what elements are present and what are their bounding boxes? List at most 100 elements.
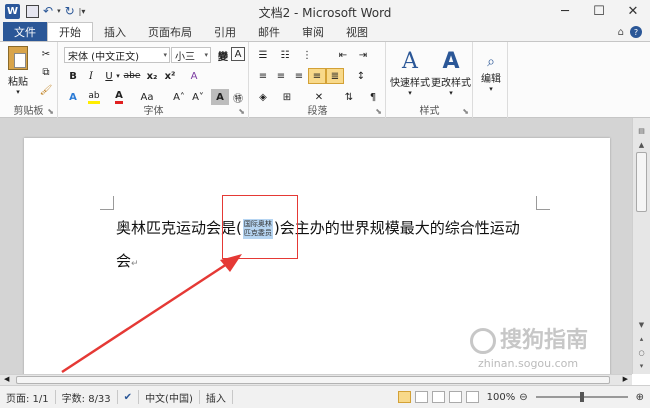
strikethrough-button[interactable]: abe [123,68,141,84]
full-screen-reading-icon[interactable] [414,391,428,403]
horizontal-scroll-thumb[interactable] [16,376,610,384]
tab-view[interactable]: 视图 [335,23,379,41]
zoom-slider[interactable] [535,392,628,402]
minimize-ribbon-icon[interactable]: ⌂ [618,27,624,38]
print-layout-view-icon[interactable] [397,391,411,403]
dropdown-icon[interactable]: ▾ [57,7,61,15]
clipboard-group: 粘贴 ▾ ✂ ⧉ 🖌 剪贴板 ⬊ [0,42,58,118]
zoom-out-icon[interactable]: ⊖ [519,392,527,403]
dialog-launcher-icon[interactable]: ⬊ [47,107,54,116]
character-border-button[interactable]: A [231,47,245,61]
redo-icon[interactable]: ↻ [65,4,75,18]
tab-home[interactable]: 开始 [47,22,93,41]
format-painter-icon[interactable]: 🖌 [37,82,55,98]
window-controls: ─ ☐ ✕ [548,0,650,22]
distributed-icon[interactable]: ≣ [326,68,344,84]
multilevel-list-icon[interactable]: ⋮ [298,47,316,63]
styles-group: A 快速样式 ▾ A 更改样式 ▾ 样式 ⬊ [387,42,473,118]
change-styles-button[interactable]: A 更改样式 ▾ [431,45,471,101]
tab-review[interactable]: 审阅 [291,23,335,41]
tab-insert[interactable]: 插入 [93,23,137,41]
customize-qat-icon[interactable]: |▾ [79,7,86,16]
tab-mailings[interactable]: 邮件 [247,23,291,41]
line-spacing-icon[interactable]: ↕ [352,68,370,84]
zoom-slider-thumb[interactable] [579,392,584,402]
ribbon-right-controls: ⌂ ? [618,23,642,41]
superscript-button[interactable]: x² [161,68,179,84]
decrease-indent-icon[interactable]: ⇤ [334,47,352,63]
status-bar-right: 100% ⊖ ⊕ [397,391,650,403]
italic-button[interactable]: I [82,68,100,84]
page-count[interactable]: 页面: 1/1 [0,390,56,405]
styles-group-label: 样式 [419,106,440,117]
help-icon[interactable]: ? [630,26,642,38]
watermark-icon [470,328,496,354]
scroll-left-icon[interactable]: ◀ [4,375,9,383]
vertical-scrollbar[interactable]: ▤ ▲ ▼ ▴ ○ ▾ [632,118,650,374]
document-text-line-1[interactable]: 奥林匹克运动会是(国际奥林 匹克委员)会主办的世界规模最大的综合性运动 [116,217,520,239]
tab-page-layout[interactable]: 页面布局 [137,23,203,41]
maximize-button[interactable]: ☐ [582,0,616,22]
zoom-in-icon[interactable]: ⊕ [636,392,644,403]
previous-page-icon[interactable]: ▴ [633,332,650,346]
save-icon[interactable] [26,4,39,18]
zoom-level[interactable]: 100% [487,392,516,403]
dialog-launcher-icon[interactable]: ⬊ [238,107,245,116]
ruler-toggle-icon[interactable]: ▤ [633,124,650,138]
vertical-scroll-thumb[interactable] [636,152,647,212]
cut-icon[interactable]: ✂ [37,46,55,62]
align-center-icon[interactable]: ≡ [272,68,290,84]
chevron-down-icon: ▾ [16,88,20,96]
chevron-down-icon: ▾ [408,89,412,97]
bold-button[interactable]: B [64,68,82,84]
tab-references[interactable]: 引用 [203,23,247,41]
justify-icon[interactable]: ≡ [308,68,326,84]
bullets-icon[interactable]: ☰ [254,47,272,63]
close-button[interactable]: ✕ [616,0,650,22]
paste-label: 粘贴 [8,77,28,88]
minimize-button[interactable]: ─ [548,0,582,22]
quick-access-toolbar: ↶ ▾ ↻ |▾ [26,4,85,18]
scroll-right-icon[interactable]: ▶ [623,375,628,383]
paragraph-group: ☰ ☷ ⋮ ⇤ ⇥ ≡ ≡ ≡ ≡ ≣ ↕ ◈ ⊞ ✕ ⇅ ¶ 段落 ⬊ [250,42,386,118]
horizontal-scrollbar[interactable]: ◀ ▶ [0,374,632,385]
chevron-down-icon: ▾ [449,89,453,97]
chevron-down-icon: ▾ [489,84,493,93]
quick-styles-button[interactable]: A 快速样式 ▾ [389,45,431,101]
dialog-launcher-icon[interactable]: ⬊ [462,107,469,116]
proofing-icon[interactable]: ✔ [118,390,140,404]
increase-indent-icon[interactable]: ⇥ [354,47,372,63]
document-text-line-2[interactable]: 会↵ [116,250,139,271]
font-name-select[interactable]: 宋体 (中文正文) ▾ [64,47,170,63]
scroll-down-icon[interactable]: ▼ [633,318,650,332]
word-app-icon[interactable]: W [5,3,20,19]
editing-button[interactable]: ⌕ 编辑 ▾ [476,45,506,101]
scroll-up-icon[interactable]: ▲ [633,138,650,152]
clear-formatting-button[interactable]: A [185,68,203,84]
align-left-icon[interactable]: ≡ [254,68,272,84]
phonetic-guide-button[interactable]: 變 [214,47,232,63]
numbering-icon[interactable]: ☷ [276,47,294,63]
subscript-button[interactable]: x₂ [143,68,161,84]
chevron-down-icon: ▾ [204,51,208,59]
paste-button[interactable]: 粘贴 ▾ [4,46,32,96]
tab-file[interactable]: 文件 [3,22,47,41]
underline-dropdown[interactable]: ▾ [114,68,122,84]
web-layout-icon[interactable] [431,391,445,403]
dialog-launcher-icon[interactable]: ⬊ [375,107,382,116]
browse-object-icon[interactable]: ○ [633,346,650,360]
status-bar: 页面: 1/1 字数: 8/33 ✔ 中文(中国) 插入 100% ⊖ ⊕ [0,385,650,408]
font-size-select[interactable]: 小三 ▾ [171,47,211,63]
draft-view-icon[interactable] [465,391,479,403]
annotation-highlight-box [222,195,298,259]
outline-view-icon[interactable] [448,391,462,403]
copy-icon[interactable]: ⧉ [37,64,55,80]
paste-icon [8,46,28,70]
align-right-icon[interactable]: ≡ [290,68,308,84]
insert-mode[interactable]: 插入 [200,390,233,405]
language[interactable]: 中文(中国) [139,390,200,405]
undo-icon[interactable]: ↶ [43,4,53,18]
word-count[interactable]: 字数: 8/33 [56,390,118,405]
next-page-icon[interactable]: ▾ [633,359,650,373]
editing-group: ⌕ 编辑 ▾ [474,42,508,118]
